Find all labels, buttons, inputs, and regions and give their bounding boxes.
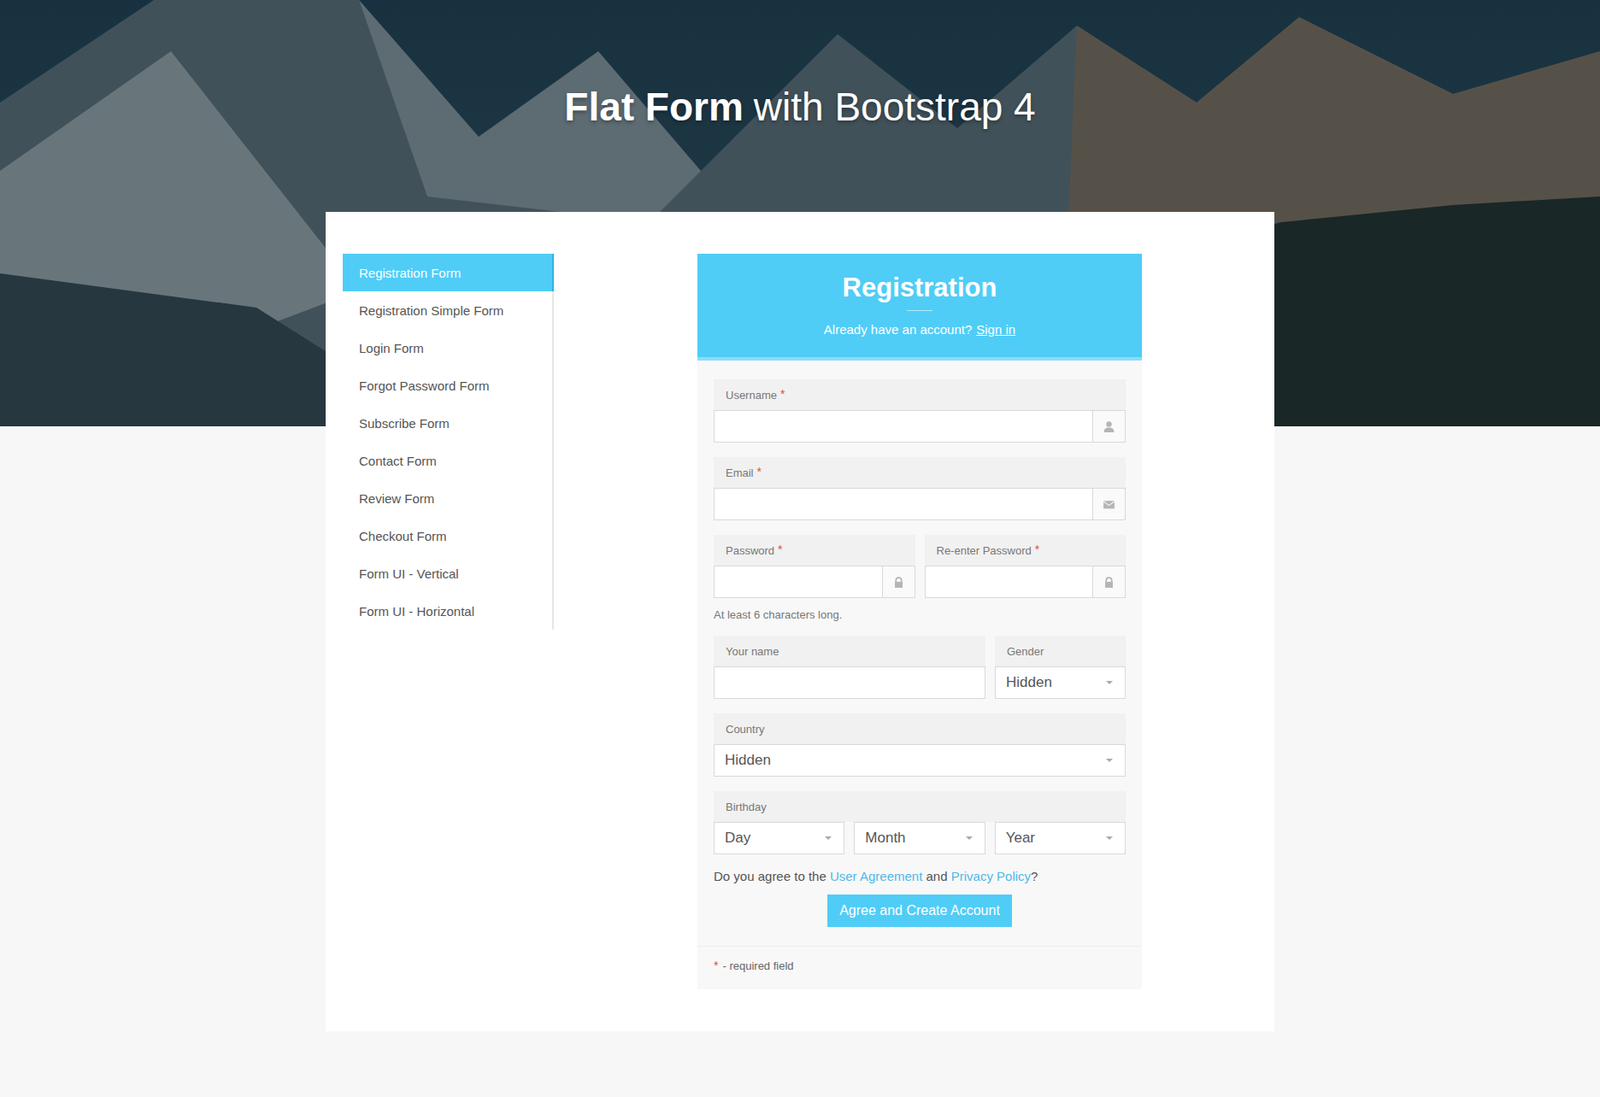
sidebar-item[interactable]: Contact Form bbox=[342, 441, 554, 480]
sidebar-item[interactable]: Registration Form bbox=[342, 253, 554, 292]
required-mark: * bbox=[780, 387, 785, 401]
sidebar-item[interactable]: Form UI - Vertical bbox=[342, 554, 554, 593]
agreement-text: Do you agree to the User Agreement and P… bbox=[713, 869, 1126, 884]
select[interactable]: Hidden bbox=[994, 666, 1126, 700]
field-label: Birthday bbox=[713, 791, 1126, 823]
select[interactable]: Month bbox=[853, 822, 985, 855]
signin-text: Already have an account?Sign in bbox=[714, 321, 1125, 339]
user-icon bbox=[1102, 420, 1116, 434]
sidebar-item[interactable]: Login Form bbox=[342, 329, 554, 367]
field-label: Password* bbox=[713, 535, 916, 566]
form-title: Registration bbox=[714, 270, 1125, 306]
field-hint: At least 6 characters long. bbox=[713, 608, 1126, 622]
registration-panel: Registration Already have an account?Sign… bbox=[697, 253, 1142, 990]
required-mark: * bbox=[777, 542, 783, 557]
input-addon bbox=[1092, 566, 1125, 598]
sidebar-item[interactable]: Subscribe Form bbox=[342, 404, 554, 442]
required-mark: * bbox=[713, 958, 718, 973]
input[interactable] bbox=[714, 488, 1093, 520]
form-row: Email* bbox=[713, 457, 1126, 521]
form-footer: *- required field bbox=[697, 946, 1142, 990]
caret-icon bbox=[1105, 681, 1113, 685]
field-label: Re-enter Password* bbox=[924, 535, 1127, 566]
sidebar-item[interactable]: Review Form bbox=[342, 479, 554, 518]
page: Flat Formwith Bootstrap 4 Registration Fo… bbox=[0, 0, 1600, 1097]
text-field[interactable] bbox=[713, 410, 1126, 443]
form-field: GenderHidden bbox=[994, 635, 1126, 700]
input[interactable] bbox=[925, 566, 1094, 598]
form-field: BirthdayDayMonth Year bbox=[713, 791, 1126, 855]
form-row: CountryHidden bbox=[713, 713, 1126, 777]
select[interactable]: Hidden bbox=[713, 744, 1126, 777]
envelope-icon bbox=[1102, 498, 1116, 512]
form-field: Email* bbox=[713, 457, 1126, 521]
form-field: Password* bbox=[713, 535, 916, 599]
field-label: Username* bbox=[713, 379, 1126, 411]
form-field: Re-enter Password* bbox=[924, 535, 1127, 599]
form-field: CountryHidden bbox=[713, 713, 1126, 777]
form-row: Password* Re-enter Password* At least 6 ch… bbox=[713, 535, 1126, 622]
text-field[interactable] bbox=[924, 565, 1127, 599]
sidebar-item[interactable]: Checkout Form bbox=[342, 517, 554, 555]
text-field[interactable] bbox=[713, 565, 916, 599]
form-body: Username* Email* Password* Re-enter Passwor… bbox=[697, 360, 1142, 947]
sidebar-item[interactable]: Forgot Password Form bbox=[342, 366, 554, 405]
sidebar: Registration FormRegistration Simple For… bbox=[342, 253, 554, 630]
lock-icon bbox=[1102, 576, 1116, 589]
agreement-link[interactable]: Privacy Policy bbox=[951, 869, 1031, 884]
caret-icon bbox=[965, 836, 973, 841]
field-label: Email* bbox=[713, 457, 1126, 489]
form-field: Your name bbox=[713, 635, 986, 700]
form-field: Username* bbox=[713, 379, 1126, 443]
sidebar-item[interactable]: Form UI - Horizontal bbox=[342, 592, 554, 630]
lock-icon bbox=[892, 576, 906, 589]
form-row: Username* bbox=[713, 379, 1126, 443]
form-row: BirthdayDayMonth Year bbox=[713, 791, 1126, 855]
input-addon bbox=[882, 566, 915, 598]
required-mark: * bbox=[1035, 542, 1040, 557]
signin-link[interactable]: Sign in bbox=[976, 321, 1016, 339]
title-divider bbox=[906, 310, 933, 312]
field-label: Gender bbox=[994, 635, 1126, 667]
form-row: Your nameGenderHidden bbox=[713, 635, 1126, 700]
text-field[interactable] bbox=[713, 488, 1126, 521]
field-label: Your name bbox=[713, 635, 986, 667]
input[interactable] bbox=[714, 411, 1093, 442]
select[interactable]: Year bbox=[994, 822, 1126, 855]
required-mark: * bbox=[757, 464, 762, 479]
submit-button[interactable]: Agree and Create Account bbox=[827, 894, 1012, 928]
field-label: Country bbox=[713, 713, 1126, 745]
text-field[interactable] bbox=[713, 666, 986, 700]
caret-icon bbox=[824, 836, 832, 841]
panel-header: Registration Already have an account?Sign… bbox=[697, 253, 1142, 361]
input[interactable] bbox=[714, 566, 883, 598]
agreement-link[interactable]: User Agreement bbox=[829, 869, 923, 884]
sidebar-item[interactable]: Registration Simple Form bbox=[342, 291, 554, 330]
input[interactable] bbox=[714, 667, 985, 699]
select[interactable]: Day bbox=[713, 822, 845, 855]
input-addon bbox=[1092, 488, 1125, 520]
content-card: Registration FormRegistration Simple For… bbox=[325, 211, 1275, 1032]
caret-icon bbox=[1105, 758, 1113, 763]
page-title: Flat Formwith Bootstrap 4 bbox=[564, 82, 1036, 132]
input-addon bbox=[1092, 411, 1125, 442]
caret-icon bbox=[1105, 836, 1113, 841]
